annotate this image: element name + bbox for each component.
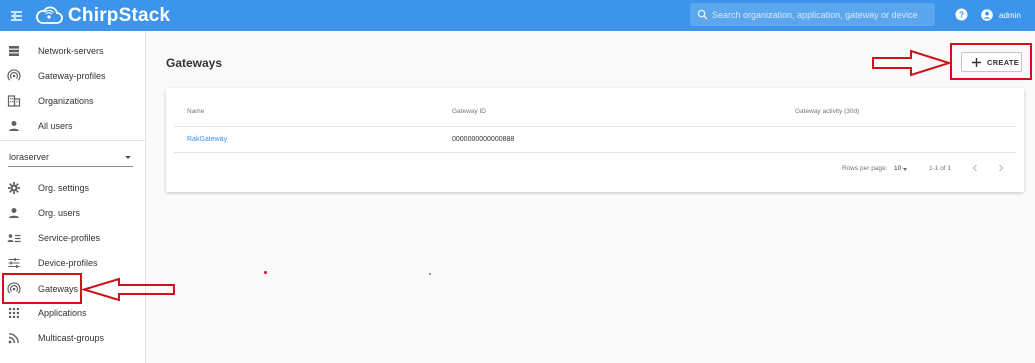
brand-logo[interactable]: ChirpStack bbox=[35, 4, 170, 28]
sidebar-item-network-servers[interactable]: Network-servers bbox=[0, 39, 146, 63]
highlight-box-gateways bbox=[2, 273, 82, 304]
sidebar-item-label: Multicast-groups bbox=[38, 333, 105, 343]
sidebar-item-label: Service-profiles bbox=[38, 233, 101, 243]
sidebar-item-gateway-profiles[interactable]: Gateway-profiles bbox=[0, 64, 146, 88]
sidebar-item-all-users[interactable]: All users bbox=[0, 114, 146, 138]
sidebar-item-organizations[interactable]: Organizations bbox=[0, 89, 146, 113]
gateway-name-link[interactable]: RakGateway bbox=[187, 136, 227, 143]
column-header-gateway-id[interactable]: Gateway ID bbox=[452, 108, 486, 115]
user-name: admin bbox=[999, 10, 1021, 20]
grid-icon bbox=[9, 308, 19, 318]
highlight-box-create bbox=[950, 43, 1032, 80]
person-icon bbox=[9, 208, 19, 218]
rss-icon bbox=[8, 333, 19, 344]
sidebar-item-label: Device-profiles bbox=[38, 258, 98, 268]
search-icon bbox=[697, 9, 708, 20]
sidebar-item-multicast-groups[interactable]: Multicast-groups bbox=[0, 326, 146, 350]
gear-icon bbox=[8, 182, 20, 194]
chevron-right-icon[interactable] bbox=[996, 163, 1006, 173]
sidebar-item-org-users[interactable]: Org. users bbox=[0, 201, 146, 225]
sidebar-item-label: Gateway-profiles bbox=[38, 71, 106, 81]
sidebar-item-org-settings[interactable]: Org. settings bbox=[0, 176, 146, 200]
gateways-table-card: Name Gateway ID Gateway activity (30d) R… bbox=[166, 88, 1024, 192]
rows-per-page-label: Rows per page: bbox=[842, 165, 888, 172]
sidebar-item-label: Network-servers bbox=[38, 46, 104, 56]
caret-down-icon bbox=[125, 156, 131, 159]
sidebar-divider bbox=[0, 140, 146, 141]
account-circle-icon bbox=[981, 9, 993, 21]
row-divider bbox=[174, 152, 1016, 153]
sidebar-item-applications[interactable]: Applications bbox=[0, 301, 146, 325]
search-input[interactable] bbox=[712, 9, 932, 20]
annotation-dot bbox=[264, 271, 267, 274]
svg-text:?: ? bbox=[959, 9, 964, 19]
list-person-icon bbox=[7, 234, 21, 243]
collapse-menu-icon[interactable] bbox=[8, 7, 26, 25]
arrow-left-icon bbox=[80, 277, 175, 302]
cloud-logo-icon bbox=[36, 6, 63, 24]
header-divider bbox=[174, 126, 1016, 127]
rows-per-page-select[interactable]: 10 bbox=[894, 165, 901, 172]
building-icon bbox=[7, 95, 21, 107]
column-header-name[interactable]: Name bbox=[187, 108, 204, 115]
antenna-icon bbox=[7, 69, 21, 81]
arrow-right-icon bbox=[872, 49, 953, 77]
sidebar: Network-servers Gateway-profiles Organiz… bbox=[0, 31, 146, 363]
sidebar-item-label: Org. settings bbox=[38, 183, 90, 193]
person-icon bbox=[9, 121, 19, 131]
help-icon[interactable]: ? bbox=[955, 8, 968, 21]
sidebar-item-label: All users bbox=[38, 121, 73, 131]
column-header-gateway-activity[interactable]: Gateway activity (30d) bbox=[795, 108, 859, 115]
pagination-range: 1-1 of 1 bbox=[929, 165, 952, 172]
user-menu[interactable]: admin bbox=[981, 9, 1021, 21]
sidebar-item-label: Org. users bbox=[38, 208, 81, 218]
chevron-left-icon[interactable] bbox=[970, 163, 980, 173]
organization-select[interactable]: loraserver bbox=[8, 149, 133, 167]
organization-select-value: loraserver bbox=[9, 152, 50, 162]
sliders-icon bbox=[8, 258, 20, 268]
server-icon bbox=[9, 46, 19, 56]
caret-down-icon[interactable] bbox=[903, 168, 907, 171]
sidebar-item-label: Applications bbox=[38, 308, 87, 318]
sidebar-item-device-profiles[interactable]: Device-profiles bbox=[0, 251, 146, 275]
brand-name: ChirpStack bbox=[68, 5, 171, 26]
annotation-dot bbox=[429, 273, 431, 275]
search-box[interactable] bbox=[690, 3, 935, 26]
sidebar-item-label: Organizations bbox=[38, 96, 94, 106]
page-title: Gateways bbox=[166, 56, 223, 70]
gateway-id-cell: 0000000000000888 bbox=[452, 136, 515, 143]
sidebar-item-service-profiles[interactable]: Service-profiles bbox=[0, 226, 146, 250]
top-app-bar: ChirpStack ? admin bbox=[0, 0, 1035, 31]
